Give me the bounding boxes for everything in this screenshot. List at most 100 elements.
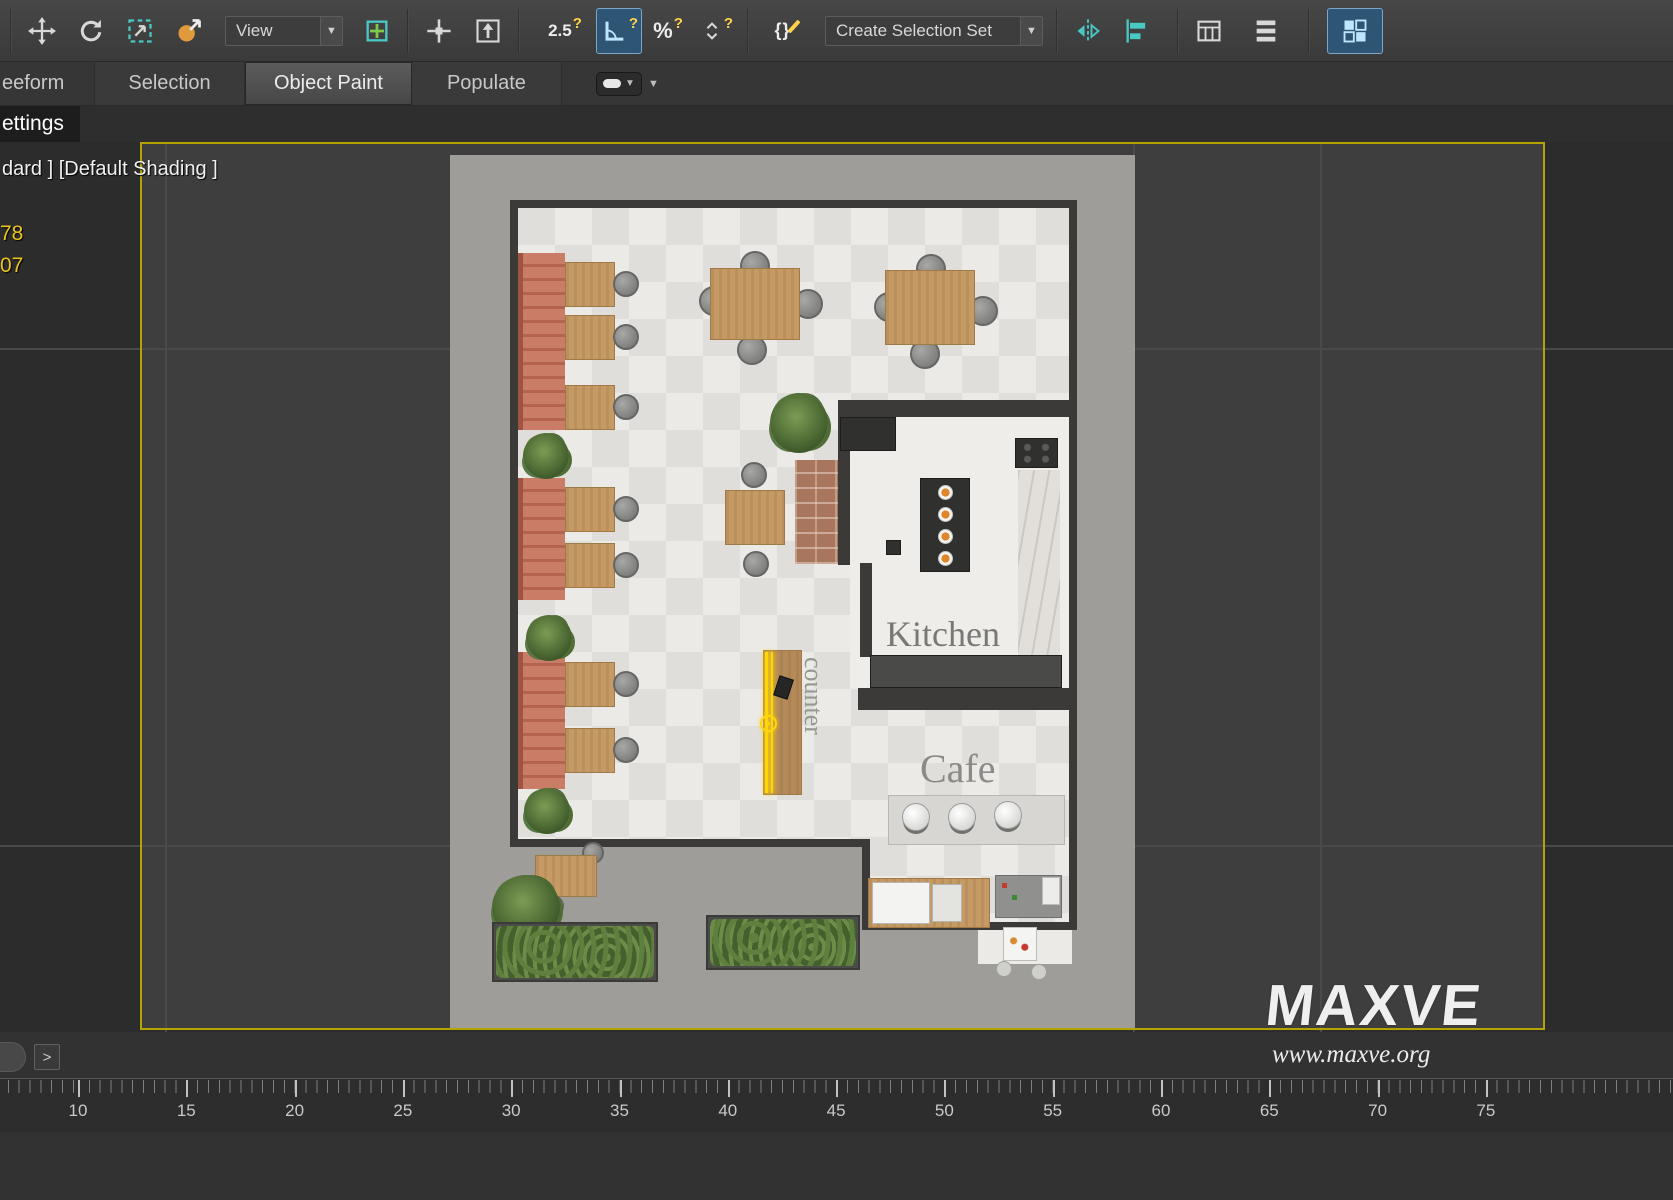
grid-line <box>165 142 167 1032</box>
booth-seating[interactable] <box>518 253 565 430</box>
food-plate[interactable] <box>938 485 953 500</box>
viewport-coordinate-value: 78 <box>0 222 23 246</box>
selection-lock-widget[interactable] <box>0 1042 26 1072</box>
timeline-major-tick <box>186 1080 188 1097</box>
scene-explorer-button[interactable] <box>1243 8 1289 54</box>
chair[interactable] <box>613 671 639 697</box>
chair[interactable] <box>613 271 639 297</box>
chair[interactable] <box>613 552 639 578</box>
dining-table[interactable] <box>885 270 975 345</box>
chair[interactable] <box>613 496 639 522</box>
selection-gizmo[interactable] <box>760 715 777 732</box>
espresso-machine[interactable] <box>948 803 976 831</box>
angle-snap-icon <box>600 17 628 45</box>
select-scale-button[interactable] <box>117 8 163 54</box>
patio-chair[interactable] <box>996 961 1012 977</box>
dining-table[interactable] <box>710 268 800 340</box>
timeline-major-tick <box>1486 1080 1488 1097</box>
table[interactable] <box>725 490 785 545</box>
use-pivot-center-button[interactable] <box>354 8 400 54</box>
ribbon-tab-populate[interactable]: Populate <box>412 62 562 105</box>
chevron-down-icon[interactable]: ▼ <box>648 78 659 90</box>
timeline-tick-label: 35 <box>610 1101 629 1121</box>
settings-panel-tab[interactable]: ettings <box>0 106 80 142</box>
next-frame-button[interactable]: > <box>34 1044 60 1070</box>
select-placement-button[interactable] <box>166 8 212 54</box>
chair[interactable] <box>741 462 767 488</box>
watermark-url: www.maxve.org <box>1266 1041 1482 1069</box>
timeline-tick-label: 65 <box>1260 1101 1279 1121</box>
plant[interactable] <box>770 393 828 453</box>
ribbon-config-button[interactable] <box>1327 8 1383 54</box>
edit-named-selections-button[interactable]: { } <box>756 8 814 54</box>
food-plate[interactable] <box>938 529 953 544</box>
kitchen-sink-counter[interactable] <box>840 417 896 451</box>
table[interactable] <box>565 262 615 307</box>
angle-snap-button[interactable]: ? <box>596 8 642 54</box>
mirror-button[interactable] <box>1065 8 1111 54</box>
plant[interactable] <box>523 433 569 479</box>
patio-chair[interactable] <box>1031 964 1047 980</box>
ribbon-tab-eeform[interactable]: eeform <box>0 62 95 105</box>
table[interactable] <box>565 728 615 773</box>
select-move-button[interactable] <box>19 8 65 54</box>
spinner-snap-button[interactable]: ? <box>694 8 740 54</box>
booth-seating[interactable] <box>518 478 565 600</box>
wall <box>510 200 1077 208</box>
create-selection-set-dropdown[interactable]: Create Selection Set ▼ <box>825 16 1043 46</box>
stove[interactable] <box>1015 438 1058 468</box>
table[interactable] <box>565 543 615 588</box>
food-plate[interactable] <box>938 551 953 566</box>
timeline-tick-label: 20 <box>285 1101 304 1121</box>
layer-manager-button[interactable] <box>1186 8 1232 54</box>
coffee-machine[interactable] <box>1042 877 1060 905</box>
timeline-major-tick <box>1269 1080 1271 1097</box>
table[interactable] <box>565 385 615 430</box>
booth-seating[interactable] <box>518 652 565 789</box>
ribbon-tab-selection[interactable]: Selection <box>95 62 245 105</box>
register-item <box>1012 895 1017 900</box>
timeline-tick-label: 15 <box>177 1101 196 1121</box>
select-rotate-button[interactable] <box>68 8 114 54</box>
mirror-icon <box>1074 17 1102 45</box>
main-toolbar: View ▼ 2.5? ? %? ? { } Create Se <box>0 0 1673 62</box>
kitchen-counter[interactable] <box>1018 470 1060 660</box>
reference-coordinate-dropdown[interactable]: View ▼ <box>225 16 343 46</box>
wall <box>510 839 870 847</box>
timeline-major-tick <box>1161 1080 1163 1097</box>
cafe-label: Cafe <box>920 745 996 792</box>
chevron-down-icon: ▼ <box>625 78 635 89</box>
patio-table[interactable] <box>1003 927 1037 961</box>
ribbon-tab-object-paint[interactable]: Object Paint <box>245 62 412 105</box>
align-button[interactable] <box>1114 8 1160 54</box>
ribbon-flyout-button[interactable]: ▼ <box>596 72 642 96</box>
table[interactable] <box>565 315 615 360</box>
timeline-tick-label: 60 <box>1152 1101 1171 1121</box>
select-manipulate-button[interactable] <box>416 8 462 54</box>
chair[interactable] <box>613 324 639 350</box>
chair[interactable] <box>613 394 639 420</box>
chair[interactable] <box>613 737 639 763</box>
floorplan-render[interactable]: Kitchen Cafe counter <box>450 155 1135 1030</box>
food-plate[interactable] <box>938 507 953 522</box>
display-case[interactable] <box>932 884 962 922</box>
timeline-tick-label: 40 <box>718 1101 737 1121</box>
espresso-machine[interactable] <box>994 801 1022 829</box>
keyboard-override-button[interactable] <box>465 8 511 54</box>
chair[interactable] <box>743 551 769 577</box>
espresso-machine[interactable] <box>902 803 930 831</box>
pastry-display-case[interactable] <box>872 882 930 924</box>
timeline-ruler[interactable]: 1015202530354045505560657075 <box>0 1078 1673 1132</box>
table[interactable] <box>565 487 615 532</box>
plant[interactable] <box>524 788 570 834</box>
stool[interactable] <box>886 540 901 555</box>
table[interactable] <box>565 662 615 707</box>
viewport-area: Kitchen Cafe counter dard ] [Default Sha… <box>0 142 1673 1032</box>
plant[interactable] <box>526 615 572 661</box>
brick-divider[interactable] <box>795 460 838 564</box>
snap-toggle-button[interactable]: 2.5? <box>537 8 593 54</box>
percent-snap-button[interactable]: %? <box>645 8 691 54</box>
wall <box>1069 200 1077 930</box>
timeline-tick-label: 70 <box>1368 1101 1387 1121</box>
kitchen-back-counter[interactable] <box>870 655 1062 688</box>
